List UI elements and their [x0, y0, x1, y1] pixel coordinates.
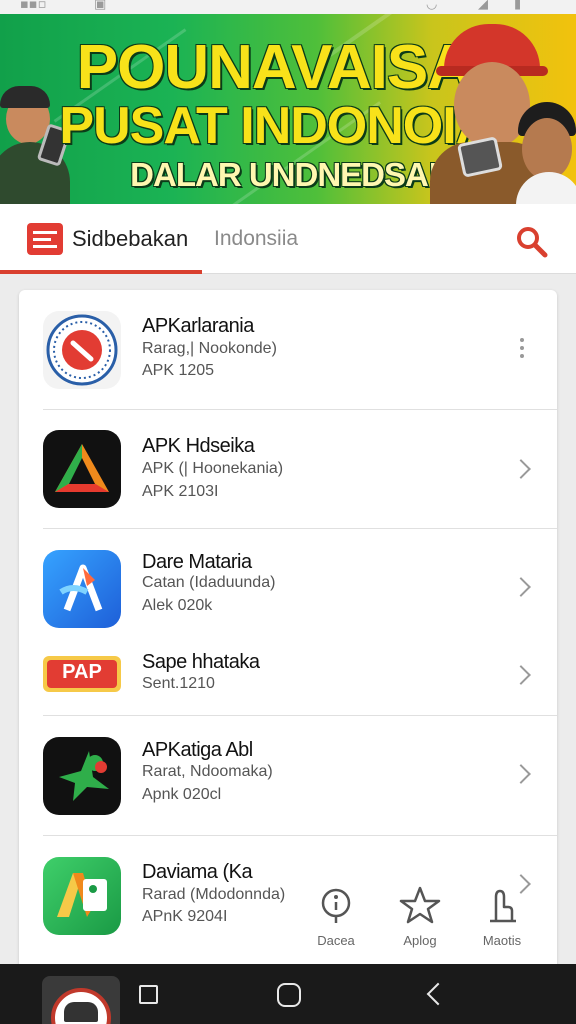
search-bar: Sidbebakan Indonsiia — [0, 204, 576, 274]
app-leaf-icon — [43, 737, 121, 815]
list-item[interactable]: APKatiga Abl Rarat, Ndoomaka) Apnk 020cl — [19, 716, 557, 835]
app-version: APK 2103I — [142, 483, 219, 500]
tab-search-title[interactable]: Sidbebakan — [72, 226, 188, 252]
status-bar: ▪▪▫ ▣ ◡ ◢ ▮ — [0, 0, 576, 14]
app-developer: Rarat, Ndoomaka) — [142, 763, 273, 780]
home-button[interactable] — [277, 983, 301, 1007]
notification-icon: ▣ — [94, 0, 107, 12]
app-name: APKatiga Abl — [142, 739, 253, 761]
banner-person-right — [430, 14, 576, 204]
chevron-right-icon[interactable] — [511, 665, 531, 685]
list-item[interactable]: Dare Mataria Catan (Idaduunda) Alek 020k — [19, 529, 557, 629]
signal-icon: ▪▪▫ — [20, 0, 47, 12]
chevron-right-icon[interactable] — [511, 577, 531, 597]
app-version: Apnk 020cl — [142, 786, 222, 803]
active-tab-indicator — [0, 270, 202, 274]
battery-icon: ▮ — [514, 0, 522, 12]
app-developer: Rarad (Mdodonnda) — [142, 886, 286, 903]
system-nav-bar — [0, 964, 576, 1024]
app-list: APKarlarania Rarag,| Nookonde) APK 1205 … — [19, 290, 557, 970]
app-developer: Catan (Idaduunda) — [142, 574, 276, 591]
recent-app-thumbnail[interactable] — [42, 976, 120, 1024]
chevron-right-icon[interactable] — [511, 459, 531, 479]
app-letter-a-icon — [43, 550, 121, 628]
quick-action-more[interactable]: Maotis — [472, 883, 532, 948]
screen: ▪▪▫ ▣ ◡ ◢ ▮ POUNAVAISAI PUSAT INDONOIA! … — [0, 0, 576, 1024]
app-name: APKarlarania — [142, 315, 254, 337]
promo-banner[interactable]: POUNAVAISAI PUSAT INDONOIA! DALAR UNDNED… — [0, 14, 576, 204]
quick-action-rate[interactable]: Aplog — [390, 883, 450, 948]
cellular-icon: ◢ — [478, 0, 488, 12]
app-name: Sape hhataka — [142, 651, 260, 673]
app-name: Daviama (Ka — [142, 861, 253, 883]
quick-action-label: Aplog — [403, 933, 437, 948]
more-options-icon[interactable] — [519, 338, 525, 360]
list-item[interactable]: PAP Sape hhataka Sent.1210 — [19, 629, 557, 715]
app-developer: Sent.1210 — [142, 675, 215, 692]
chevron-right-icon[interactable] — [511, 764, 531, 784]
list-item[interactable]: APKarlarania Rarag,| Nookonde) APK 1205 — [19, 290, 557, 410]
app-badge-icon: PAP — [43, 656, 121, 692]
info-circle-icon — [321, 888, 351, 923]
app-logo-icon[interactable] — [27, 223, 63, 255]
app-developer: APK (| Hoonekania) — [142, 460, 284, 477]
app-triangle-icon — [43, 430, 121, 508]
recents-button[interactable] — [139, 985, 158, 1004]
app-developer: Rarag,| Nookonde) — [142, 340, 277, 357]
app-version: APK 1205 — [142, 362, 215, 379]
quick-action-label: Dacea — [317, 933, 355, 948]
app-name: Dare Mataria — [142, 551, 252, 573]
app-badge-label: PAP — [62, 661, 102, 683]
star-icon — [399, 886, 441, 924]
app-seal-icon — [43, 311, 121, 389]
quick-action-label: Maotis — [482, 933, 522, 948]
hand-icon — [490, 889, 516, 923]
back-button[interactable] — [426, 982, 450, 1006]
app-version: APnK 9204I — [142, 908, 228, 925]
app-document-icon — [43, 857, 121, 935]
search-icon[interactable] — [512, 222, 550, 260]
search-input[interactable]: Indonsiia — [214, 227, 298, 251]
app-version: Alek 020k — [142, 597, 213, 614]
wifi-icon: ◡ — [426, 0, 438, 12]
app-name: APK Hdseika — [142, 435, 255, 457]
quick-action-details[interactable]: Dacea — [306, 883, 366, 948]
list-item[interactable]: APK Hdseika APK (| Hoonekania) APK 2103I — [19, 410, 557, 529]
